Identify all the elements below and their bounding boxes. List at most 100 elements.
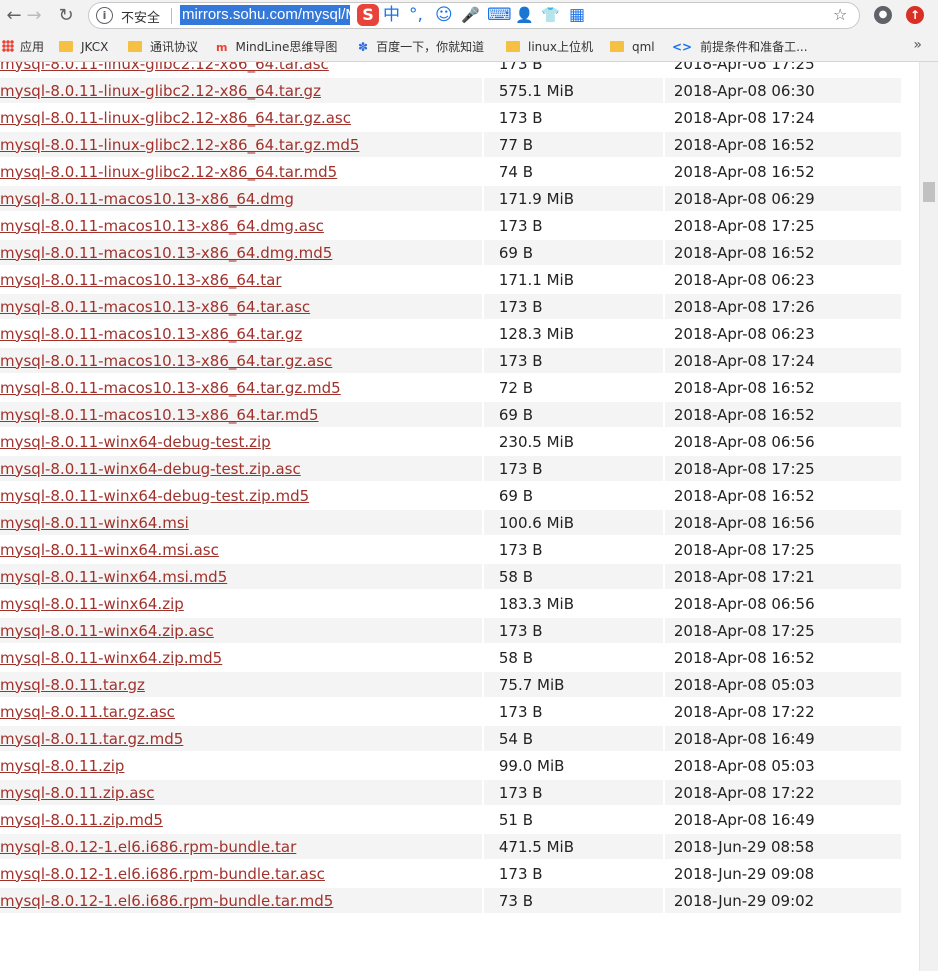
file-link[interactable]: mysql-8.0.11-winx64.zip.md5: [0, 649, 222, 667]
bookmark-protocol[interactable]: 通讯协议: [128, 38, 198, 56]
file-size-cell: 173 B: [481, 213, 663, 240]
ime-punct-icon[interactable]: °,: [409, 4, 423, 26]
file-name-cell: mysql-8.0.11.zip.asc: [0, 780, 482, 807]
file-link[interactable]: mysql-8.0.11-winx64.zip.asc: [0, 622, 214, 640]
security-label[interactable]: 不安全: [121, 7, 160, 26]
file-link[interactable]: mysql-8.0.11-macos10.13-x86_64.tar.gz.md…: [0, 379, 341, 397]
file-link[interactable]: mysql-8.0.11-macos10.13-x86_64.tar.asc: [0, 298, 310, 316]
bookmark-baidu[interactable]: ✽ 百度一下，你就知道: [358, 38, 484, 56]
ime-user-icon[interactable]: 👤: [515, 4, 534, 26]
bookmark-apps[interactable]: 应用: [2, 38, 44, 56]
profile-icon[interactable]: ●: [874, 6, 892, 24]
file-name-cell: mysql-8.0.11.tar.gz: [0, 672, 482, 699]
file-link[interactable]: mysql-8.0.11-winx64.msi: [0, 514, 189, 532]
file-date-cell: 2018-Apr-08 06:23: [662, 267, 901, 294]
file-link[interactable]: mysql-8.0.11.tar.gz.asc: [0, 703, 175, 721]
reload-icon[interactable]: ↻: [54, 4, 78, 28]
file-link[interactable]: mysql-8.0.11-macos10.13-x86_64.tar.md5: [0, 406, 319, 424]
table-row: mysql-8.0.11-macos10.13-x86_64.dmg.asc 17…: [0, 213, 901, 240]
bookmark-qml[interactable]: qml: [610, 38, 655, 56]
file-date-cell: 2018-Apr-08 16:52: [662, 483, 901, 510]
update-icon[interactable]: ↑: [906, 6, 924, 24]
bookmark-star-icon[interactable]: ☆: [833, 5, 847, 24]
file-link[interactable]: mysql-8.0.11.zip.asc: [0, 784, 154, 802]
table-row: mysql-8.0.11-winx64.msi 100.6 MiB 2018-Apr…: [0, 510, 901, 537]
file-size-cell: 171.1 MiB: [481, 267, 663, 294]
browser-toolbar: ← → ↻ i 不安全 mirrors.sohu.com/mysql/MySQL…: [0, 0, 938, 32]
file-link[interactable]: mysql-8.0.11.zip.md5: [0, 811, 163, 829]
file-size-cell: 173 B: [481, 348, 663, 375]
bookmark-prerequisites[interactable]: <> 前提条件和准备工...: [672, 38, 808, 56]
vertical-scrollbar[interactable]: [919, 62, 938, 971]
file-link[interactable]: mysql-8.0.11-linux-glibc2.12-x86_64.tar.…: [0, 109, 351, 127]
file-link[interactable]: mysql-8.0.11-macos10.13-x86_64.dmg: [0, 190, 294, 208]
file-link[interactable]: mysql-8.0.11-macos10.13-x86_64.tar.gz: [0, 325, 302, 343]
file-link[interactable]: mysql-8.0.11-linux-glibc2.12-x86_64.tar.…: [0, 163, 337, 181]
bookmark-mindline[interactable]: m MindLine思维导图: [216, 38, 337, 56]
file-size-cell: 173 B: [481, 105, 663, 132]
file-name-cell: mysql-8.0.11.zip.md5: [0, 807, 482, 834]
file-link[interactable]: mysql-8.0.11-linux-glibc2.12-x86_64.tar.…: [0, 62, 329, 73]
file-size-cell: 173 B: [481, 537, 663, 564]
file-link[interactable]: mysql-8.0.11-linux-glibc2.12-x86_64.tar.…: [0, 136, 359, 154]
file-link[interactable]: mysql-8.0.11-macos10.13-x86_64.tar: [0, 271, 281, 289]
file-link[interactable]: mysql-8.0.11-macos10.13-x86_64.dmg.md5: [0, 244, 332, 262]
table-row: mysql-8.0.11-macos10.13-x86_64.tar.gz.md…: [0, 375, 901, 402]
file-size-cell: 69 B: [481, 402, 663, 429]
file-link[interactable]: mysql-8.0.11.tar.gz: [0, 676, 145, 694]
separator: [171, 8, 172, 24]
file-link[interactable]: mysql-8.0.11-winx64-debug-test.zip.asc: [0, 460, 301, 478]
file-link[interactable]: mysql-8.0.11-winx64.msi.asc: [0, 541, 219, 559]
file-date-cell: 2018-Apr-08 05:03: [662, 672, 901, 699]
url-text[interactable]: mirrors.sohu.com/mysql/MySQL-8.0/: [180, 5, 350, 25]
table-row: mysql-8.0.11-macos10.13-x86_64.dmg 171.9 …: [0, 186, 901, 213]
file-link[interactable]: mysql-8.0.11-winx64.zip: [0, 595, 184, 613]
folder-icon: [506, 41, 520, 52]
file-size-cell: 51 B: [481, 807, 663, 834]
bookmark-jkcx[interactable]: JKCX: [59, 38, 108, 56]
file-date-cell: 2018-Apr-08 17:25: [662, 62, 901, 78]
file-link[interactable]: mysql-8.0.11-macos10.13-x86_64.dmg.asc: [0, 217, 324, 235]
file-link[interactable]: mysql-8.0.11-winx64-debug-test.zip: [0, 433, 271, 451]
ime-emoji-icon[interactable]: ☺: [435, 4, 453, 26]
file-name-cell: mysql-8.0.11-macos10.13-x86_64.tar: [0, 267, 482, 294]
forward-icon[interactable]: →: [22, 4, 46, 28]
file-date-cell: 2018-Apr-08 16:52: [662, 645, 901, 672]
file-link[interactable]: mysql-8.0.11-linux-glibc2.12-x86_64.tar.…: [0, 82, 321, 100]
file-date-cell: 2018-Apr-08 05:03: [662, 753, 901, 780]
ime-keyboard-icon[interactable]: ⌨: [487, 4, 512, 26]
file-name-cell: mysql-8.0.11-linux-glibc2.12-x86_64.tar.…: [0, 105, 482, 132]
file-link[interactable]: mysql-8.0.11-winx64.msi.md5: [0, 568, 227, 586]
file-link[interactable]: mysql-8.0.11-winx64-debug-test.zip.md5: [0, 487, 309, 505]
more-bookmarks-icon[interactable]: »: [913, 37, 922, 53]
file-link[interactable]: mysql-8.0.11.tar.gz.md5: [0, 730, 183, 748]
file-size-cell: 58 B: [481, 645, 663, 672]
file-name-cell: mysql-8.0.11-winx64.msi.md5: [0, 564, 482, 591]
bookmark-linux[interactable]: linux上位机: [506, 38, 593, 56]
address-bar[interactable]: i 不安全 mirrors.sohu.com/mysql/MySQL-8.0/ …: [88, 2, 860, 29]
file-link[interactable]: mysql-8.0.12-1.el6.i686.rpm-bundle.tar: [0, 838, 296, 856]
table-row: mysql-8.0.11-winx64-debug-test.zip.asc 17…: [0, 456, 901, 483]
file-name-cell: mysql-8.0.11-macos10.13-x86_64.tar.gz: [0, 321, 482, 348]
table-row: mysql-8.0.11-linux-glibc2.12-x86_64.tar.…: [0, 78, 901, 105]
file-link[interactable]: mysql-8.0.11.zip: [0, 757, 124, 775]
scrollbar-thumb[interactable]: [923, 182, 935, 202]
table-row: mysql-8.0.11.tar.gz.md5 54 B 2018-Apr-08 1…: [0, 726, 901, 753]
ime-toolbox-icon[interactable]: ▦: [569, 4, 585, 26]
ime-mic-icon[interactable]: 🎤: [461, 4, 480, 26]
file-link[interactable]: mysql-8.0.11-macos10.13-x86_64.tar.gz.as…: [0, 352, 332, 370]
table-row: mysql-8.0.11-winx64.zip 183.3 MiB 2018-Apr…: [0, 591, 901, 618]
file-link[interactable]: mysql-8.0.12-1.el6.i686.rpm-bundle.tar.a…: [0, 865, 325, 883]
ime-chinese-icon[interactable]: 中: [383, 4, 400, 26]
info-icon[interactable]: i: [96, 7, 113, 24]
file-name-cell: mysql-8.0.11.zip: [0, 753, 482, 780]
ime-skin-icon[interactable]: 👕: [541, 4, 560, 26]
file-date-cell: 2018-Jun-29 09:02: [662, 888, 901, 915]
file-link[interactable]: mysql-8.0.12-1.el6.i686.rpm-bundle.tar.m…: [0, 892, 333, 910]
file-name-cell: mysql-8.0.12-1.el6.i686.rpm-bundle.tar.m…: [0, 888, 482, 915]
file-date-cell: 2018-Apr-08 17:22: [662, 699, 901, 726]
sogou-logo-icon[interactable]: S: [357, 4, 379, 26]
file-name-cell: mysql-8.0.11-winx64-debug-test.zip.md5: [0, 483, 482, 510]
file-date-cell: 2018-Apr-08 17:21: [662, 564, 901, 591]
table-row: mysql-8.0.11-macos10.13-x86_64.tar.gz.as…: [0, 348, 901, 375]
